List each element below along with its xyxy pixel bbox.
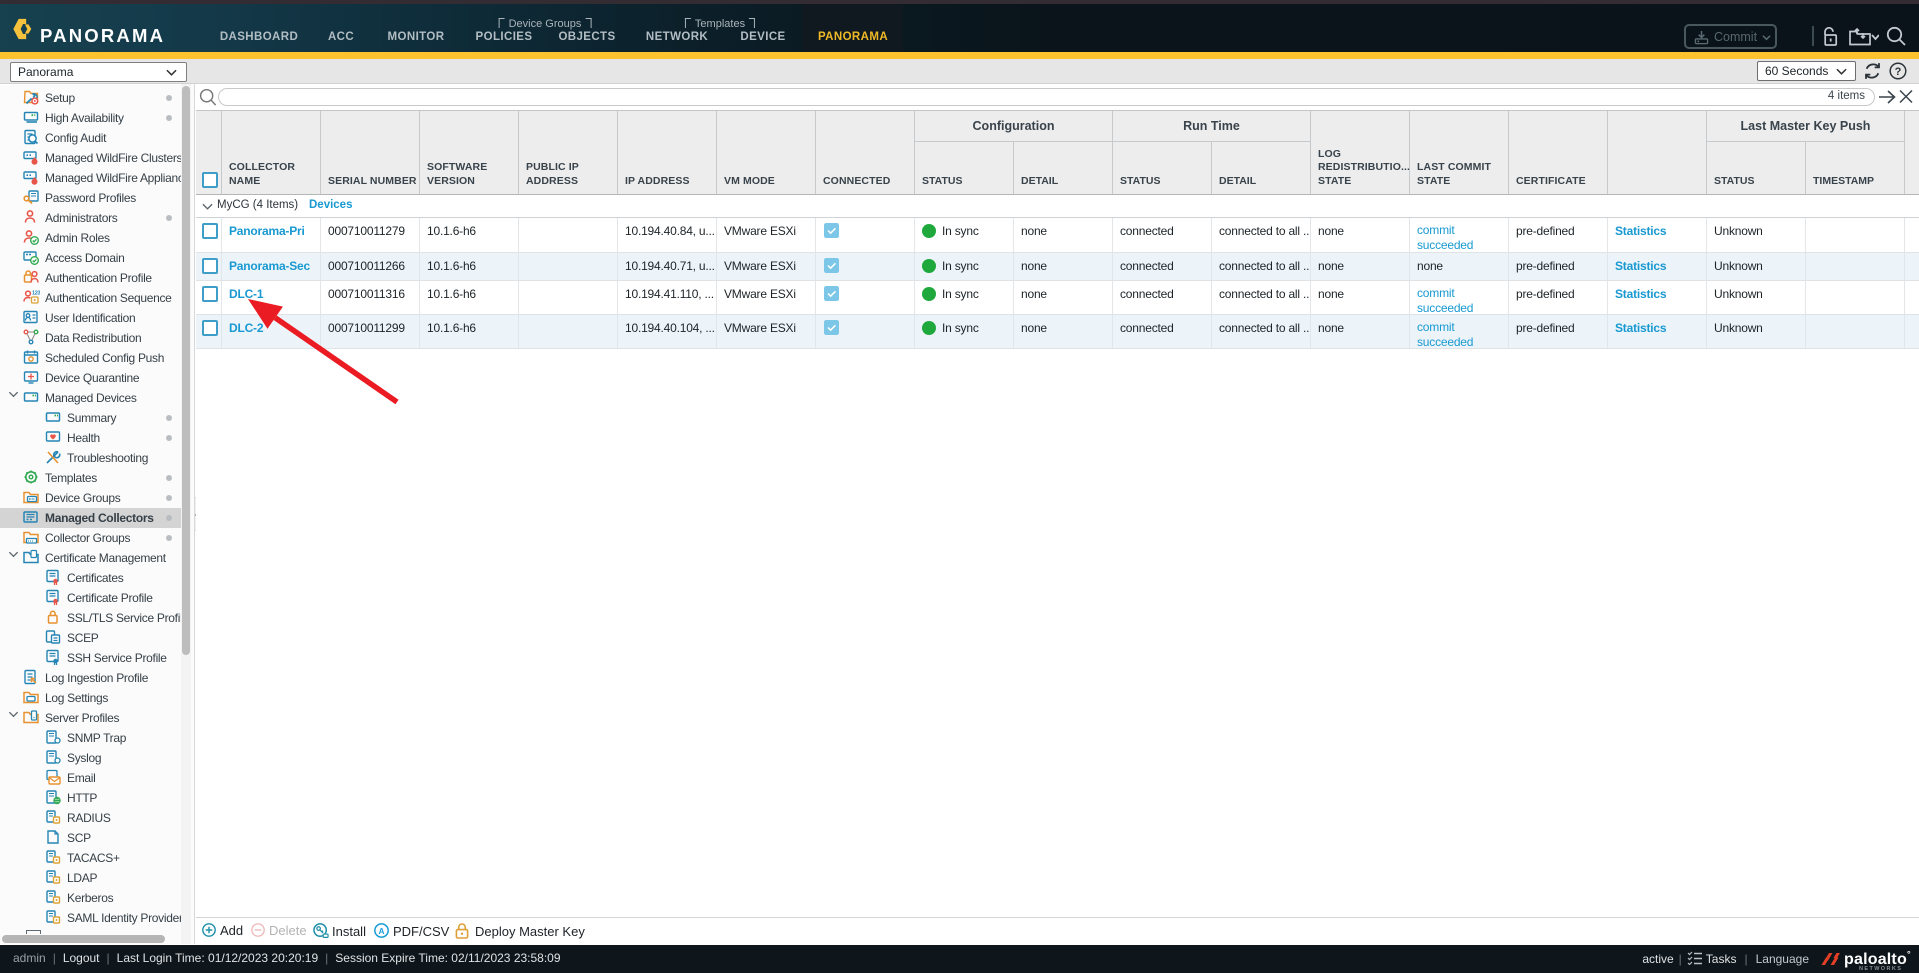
svg-text:A: A — [378, 926, 384, 936]
svg-text:?: ? — [1895, 66, 1902, 78]
svg-text:123: 123 — [32, 291, 40, 297]
